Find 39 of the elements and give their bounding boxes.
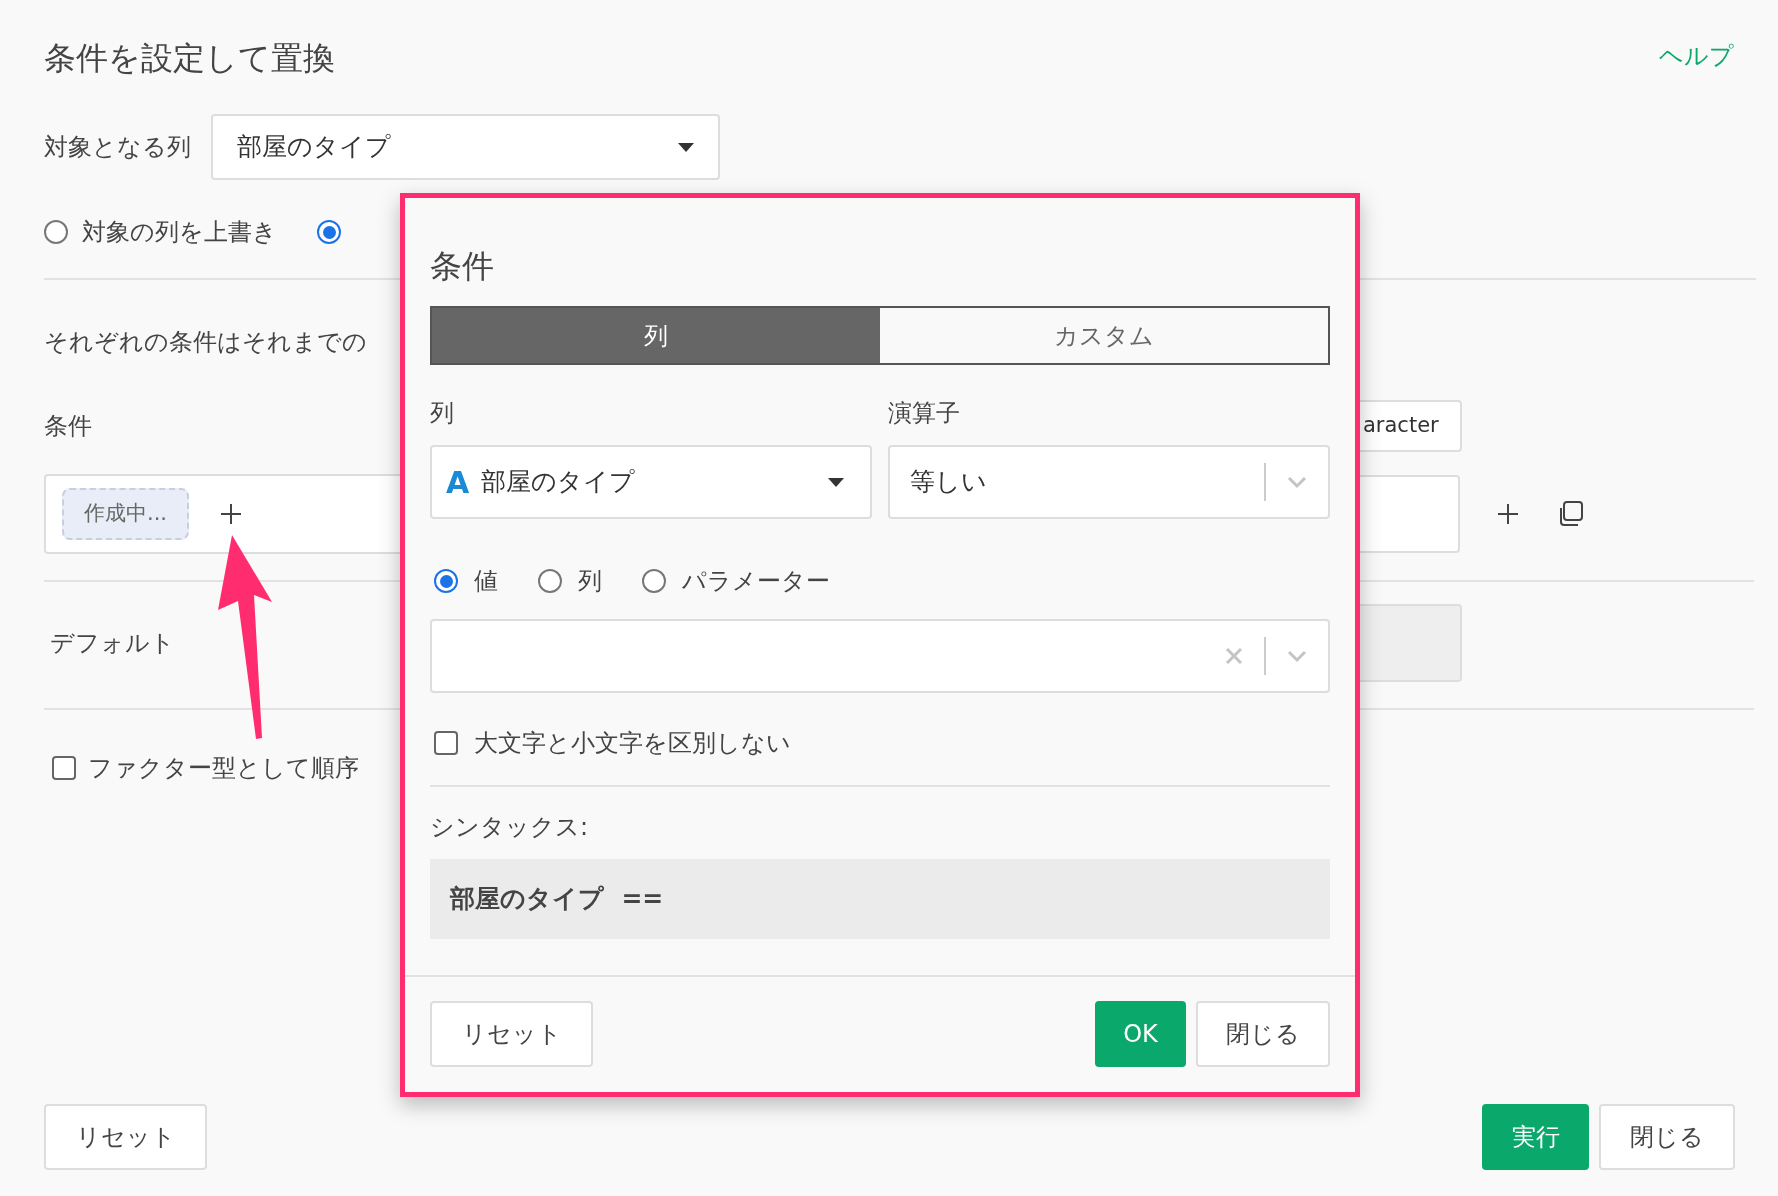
value-input[interactable] [430,619,1330,693]
caret-icon [678,142,694,152]
caret-icon [828,477,844,487]
operator-select[interactable]: 等しい [888,445,1330,519]
reset-button[interactable]: リセット [44,1104,207,1170]
section-label: 条件 [44,411,92,442]
section-label: デフォルト [50,628,175,659]
close-button[interactable]: 閉じる [1196,1001,1330,1067]
radio-button[interactable] [538,569,562,593]
field-label: 演算子 [888,398,961,429]
radio-button[interactable] [434,569,458,593]
close-button[interactable]: 閉じる [1599,1104,1735,1170]
description-text: それぞれの条件はそれまでの [44,327,367,358]
dialog-title: 条件 [430,246,495,287]
checkbox-label: 大文字と小文字を区別しない [474,728,791,759]
radio-label: 列 [578,566,602,597]
column-select[interactable]: 部屋のタイプ [211,114,720,180]
field-label: 対象となる列 [44,132,191,163]
field-label: 列 [430,398,455,429]
column-select[interactable]: A 部屋のタイプ [430,445,872,519]
checkbox-label: ファクター型として順序 [88,753,359,784]
radio-label: パラメーター [682,566,830,597]
radio-label: 値 [474,566,498,597]
radio-button[interactable] [317,220,341,244]
chevron-down-icon [1286,649,1308,663]
plus-icon[interactable] [219,502,244,526]
radio-button[interactable] [642,569,666,593]
tab[interactable]: 列 [432,308,880,363]
checkbox[interactable] [434,731,458,755]
reset-button[interactable]: リセット [430,1001,593,1067]
plus-icon[interactable] [1496,502,1520,526]
syntax-text: 部屋のタイプ == [450,883,664,916]
page-title: 条件を設定して置換 [44,38,335,79]
condition-chip[interactable]: 作成中... [62,488,190,540]
checkbox[interactable] [52,756,76,780]
syntax-label: シンタックス: [430,812,590,843]
chevron-down-icon [1286,475,1308,489]
radio-label: 対象の列を上書き [82,217,277,248]
radio-button[interactable] [44,220,68,244]
